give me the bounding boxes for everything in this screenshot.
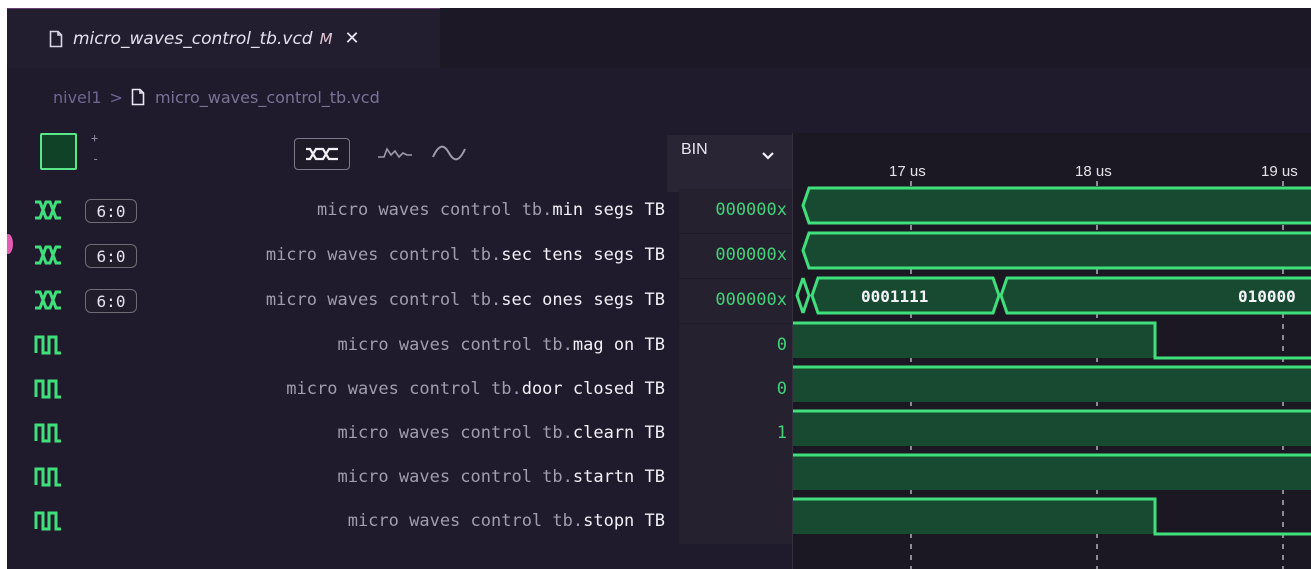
bit-wave-fill	[793, 455, 1311, 490]
signal-value: 0	[679, 368, 792, 412]
signal-name: micro waves control tb.stopn TB	[348, 511, 665, 531]
bus-format-button[interactable]	[294, 138, 350, 170]
close-icon[interactable]: ✕	[345, 28, 360, 49]
signal-value	[679, 500, 792, 544]
tab-vcd-file[interactable]: micro_waves_control_tb.vcd M ✕	[7, 8, 440, 68]
tab-title: micro_waves_control_tb.vcd	[73, 28, 313, 49]
bit-waveform-icon	[34, 511, 61, 531]
signal-name: micro waves control tb.sec tens segs TB	[266, 245, 665, 265]
signal-value: 000000x	[679, 279, 792, 323]
signal-value: 0	[679, 324, 792, 368]
signal-leaf-name: startn TB	[572, 467, 665, 487]
signal-row[interactable]: 6:0 micro waves control tb.min segs TB 000…	[7, 189, 792, 233]
time-tick-label: 17 us	[889, 163, 926, 180]
bus-value-label: 010000	[1238, 287, 1296, 306]
signal-leaf-name: mag on TB	[572, 335, 665, 355]
signal-scope: micro waves control tb.	[265, 245, 502, 265]
bit-width-badge: 6:0	[85, 199, 137, 223]
modified-indicator: M	[319, 29, 333, 48]
signal-value: 000000x	[679, 234, 792, 278]
bus-icon	[35, 200, 61, 220]
bit-width-badge: 6:0	[85, 289, 137, 313]
signal-row[interactable]: 6:0 micro waves control tb.sec ones segs …	[7, 279, 792, 323]
bus-value-label: 0001111	[861, 287, 928, 306]
signal-scope: micro waves control tb.	[317, 200, 553, 220]
waveform-canvas[interactable]: 17 us 18 us 19 us 0001111 010000	[793, 133, 1311, 569]
signal-value: 000000x	[679, 189, 792, 233]
signal-scope: micro waves control tb.	[347, 511, 584, 531]
signal-row[interactable]: micro waves control tb.clearn TB 1	[7, 412, 792, 456]
signal-row[interactable]: micro waves control tb.stopn TB	[7, 500, 792, 544]
signal-name: micro waves control tb.sec ones segs TB	[266, 290, 665, 310]
bit-wave-fill	[793, 499, 1155, 534]
breadcrumb-folder[interactable]: nivel1	[53, 88, 102, 107]
signal-scope: micro waves control tb.	[337, 335, 573, 355]
bit-wave-fill	[793, 367, 1311, 402]
bus-icon	[35, 290, 61, 310]
step-format-icon[interactable]	[375, 142, 415, 164]
signal-name: micro waves control tb.mag on TB	[337, 335, 665, 355]
bit-waveform-icon	[34, 335, 61, 355]
bit-wave-fill	[793, 323, 1155, 358]
bit-wave-fill	[793, 411, 1311, 446]
signal-leaf-name: clearn TB	[572, 423, 665, 443]
signal-row[interactable]: micro waves control tb.startn TB	[7, 456, 792, 500]
signal-name: micro waves control tb.min segs TB	[317, 200, 665, 220]
chevron-down-icon	[762, 152, 774, 160]
signal-value	[679, 456, 792, 500]
signal-scope: micro waves control tb.	[286, 379, 522, 399]
signal-leaf-name: sec tens segs TB	[501, 245, 665, 265]
waveform-pane[interactable]: 17 us 18 us 19 us 0001111 010000	[792, 133, 1311, 569]
bus-icon	[35, 245, 61, 265]
signal-name: micro waves control tb.startn TB	[337, 467, 665, 487]
signal-name: micro waves control tb.door closed TB	[286, 379, 665, 399]
analog-format-icon[interactable]	[429, 141, 469, 165]
time-tick-label: 18 us	[1075, 163, 1112, 180]
signal-row[interactable]: micro waves control tb.door closed TB 0	[7, 368, 792, 412]
signal-value: 1	[679, 412, 792, 456]
bus-wave-fill	[803, 188, 1311, 223]
radix-value: BIN	[681, 141, 708, 158]
signal-color-swatch[interactable]	[40, 133, 77, 170]
signal-leaf-name: door closed TB	[521, 379, 665, 399]
file-icon	[131, 88, 145, 106]
breadcrumb: nivel1 > micro_waves_control_tb.vcd	[53, 86, 380, 108]
signal-scope: micro waves control tb.	[337, 423, 573, 443]
tab-bar: micro_waves_control_tb.vcd M ✕	[7, 8, 1311, 68]
bit-waveform-icon	[34, 379, 61, 399]
bit-waveform-icon	[34, 423, 61, 443]
bus-wave-fill	[803, 233, 1311, 268]
bit-waveform-icon	[34, 467, 61, 487]
signal-leaf-name: min segs TB	[552, 200, 665, 220]
bus-icon	[306, 147, 338, 161]
signal-row[interactable]: micro waves control tb.mag on TB 0	[7, 324, 792, 368]
file-icon	[49, 30, 63, 47]
signal-scope: micro waves control tb.	[337, 467, 573, 487]
waveform-viewer-window: micro_waves_control_tb.vcd M ✕ nivel1 > …	[7, 8, 1311, 569]
breadcrumb-file[interactable]: micro_waves_control_tb.vcd	[155, 88, 380, 107]
bit-width-badge: 6:0	[85, 244, 137, 268]
time-tick-label: 19 us	[1261, 163, 1298, 180]
signal-leaf-name: sec ones segs TB	[501, 290, 665, 310]
signal-name: micro waves control tb.clearn TB	[337, 423, 665, 443]
zoom-out-button[interactable]: -	[92, 152, 99, 166]
signal-leaf-name: stopn TB	[583, 511, 665, 531]
breadcrumb-separator: >	[109, 87, 123, 107]
signal-scope: micro waves control tb.	[265, 290, 502, 310]
bus-wave	[795, 277, 811, 314]
zoom-in-button[interactable]: +	[91, 131, 98, 145]
radix-select[interactable]: BIN	[667, 135, 795, 192]
signal-row[interactable]: 6:0 micro waves control tb.sec tens segs …	[7, 234, 792, 278]
